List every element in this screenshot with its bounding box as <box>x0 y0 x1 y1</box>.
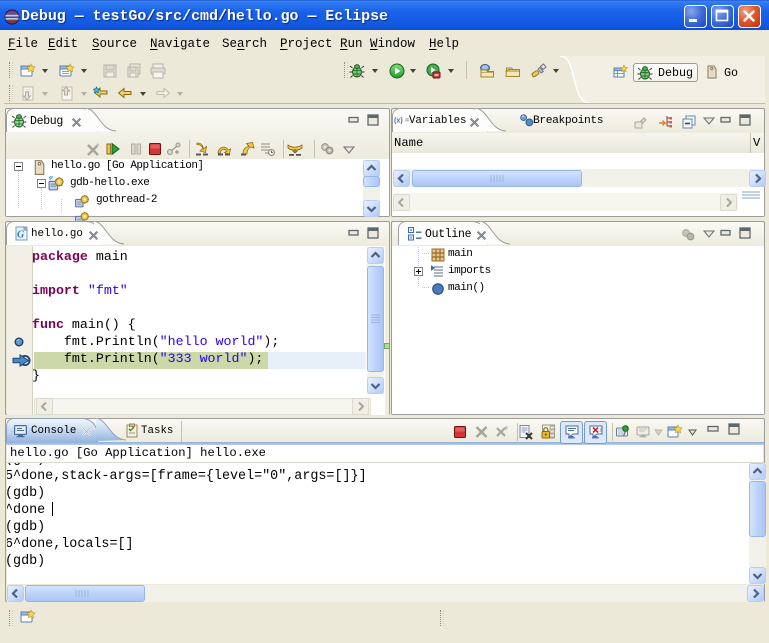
svg-text:G: G <box>17 230 25 241</box>
svg-text:(x): (x) <box>394 117 403 125</box>
